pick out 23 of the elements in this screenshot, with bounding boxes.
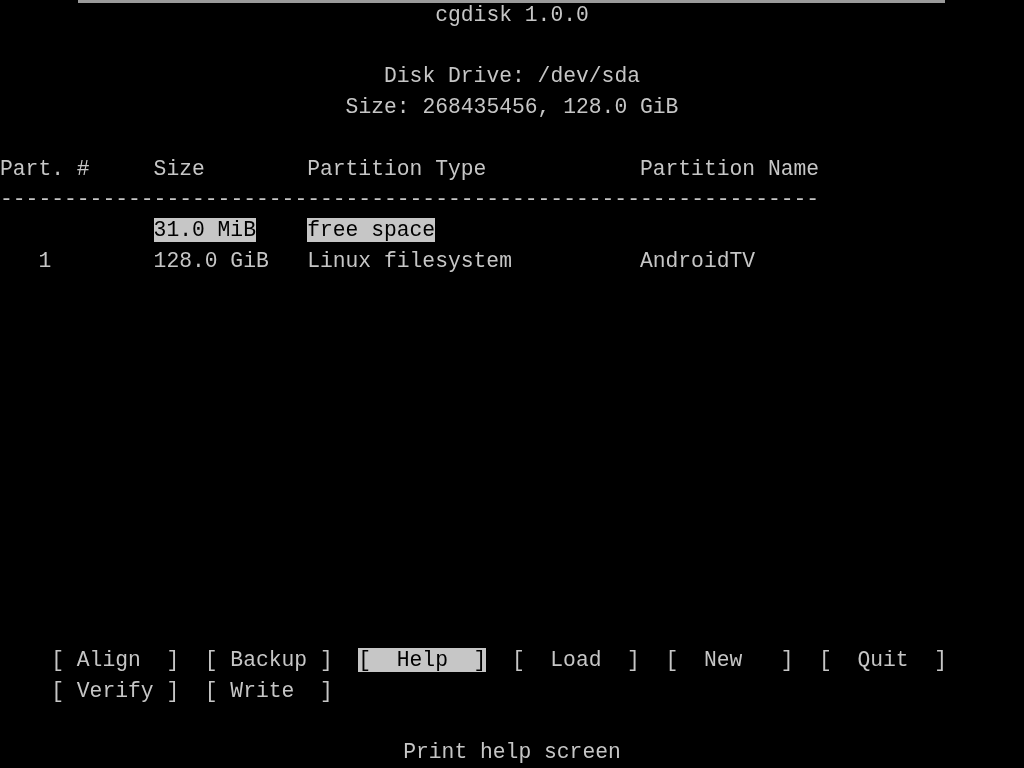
partition-number[interactable]: 1: [38, 248, 52, 273]
menu-button[interactable]: [ Quit ]: [819, 648, 948, 673]
program-title: cgdisk 1.0.0: [435, 2, 589, 29]
menu-button[interactable]: [ Load ]: [511, 648, 640, 673]
column-header: Partition Name: [639, 155, 821, 183]
partition-type[interactable]: Linux filesystem: [307, 248, 512, 273]
partition-size[interactable]: 31.0 MiB: [153, 218, 256, 243]
menu-button[interactable]: [ Backup ]: [204, 648, 333, 673]
status-message: Print help screen: [403, 739, 621, 767]
column-header: Part. #: [0, 155, 91, 183]
menu-button[interactable]: [ Verify ]: [51, 678, 180, 703]
menu-button[interactable]: [ Help ]: [358, 648, 487, 673]
header-divider: ----------------------------------------------------------------: [0, 186, 820, 214]
disk-drive-label: Disk Drive: /dev/sda: [384, 63, 640, 91]
menu-button[interactable]: [ Write ]: [204, 678, 333, 703]
disk-size-label: Size: 268435456, 128.0 GiB: [345, 94, 679, 122]
column-header: Size: [153, 155, 206, 183]
menu-button[interactable]: [ Align ]: [51, 648, 180, 673]
partition-name[interactable]: AndroidTV: [639, 248, 756, 273]
partition-type[interactable]: free space: [307, 218, 436, 243]
column-header: Partition Type: [307, 155, 488, 183]
partition-size[interactable]: 128.0 GiB: [153, 248, 269, 273]
menu-button[interactable]: [ New ]: [665, 648, 794, 673]
